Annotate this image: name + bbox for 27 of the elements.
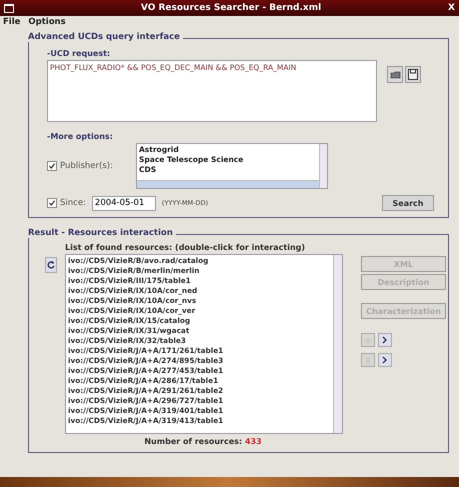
menu-item[interactable]: File	[3, 17, 20, 27]
panel-title: Result - Resources interaction	[28, 228, 176, 238]
date-field[interactable]: 2004-05-01	[92, 196, 156, 210]
vertical-scrollbar[interactable]	[319, 144, 327, 180]
scrollbar-corner	[319, 180, 327, 188]
window-title: VO Resources Searcher - Bernd.xml	[140, 3, 322, 13]
chevron-right-icon[interactable]	[378, 353, 392, 367]
window-icon[interactable]	[4, 4, 14, 12]
menu-item[interactable]: Options	[28, 17, 66, 27]
resource-list[interactable]	[65, 254, 343, 434]
ucd-label: -UCD request:	[47, 49, 112, 58]
horizontal-scrollbar[interactable]	[137, 180, 319, 188]
folder-icon[interactable]	[387, 66, 403, 83]
resource-count: Number of resources: 433	[143, 437, 263, 446]
search-button[interactable]: Search	[382, 195, 434, 211]
checkmark-icon	[49, 200, 55, 206]
vertical-scrollbar[interactable]	[333, 255, 342, 433]
list-label: List of found resources: (double-click for interacting)	[65, 243, 306, 252]
panel-title: Advanced UCDs query interface	[28, 32, 183, 42]
publishers-checkbox[interactable]: Publisher(s):	[47, 161, 132, 171]
close-button[interactable]: X	[448, 3, 455, 13]
refresh-icon[interactable]	[45, 257, 57, 273]
since-checkbox[interactable]: Since:	[47, 198, 86, 208]
more-options-label: -More options:	[47, 132, 114, 141]
checkmark-icon	[49, 163, 55, 169]
chevron-right-icon[interactable]	[378, 333, 392, 347]
save-icon[interactable]	[405, 66, 421, 83]
